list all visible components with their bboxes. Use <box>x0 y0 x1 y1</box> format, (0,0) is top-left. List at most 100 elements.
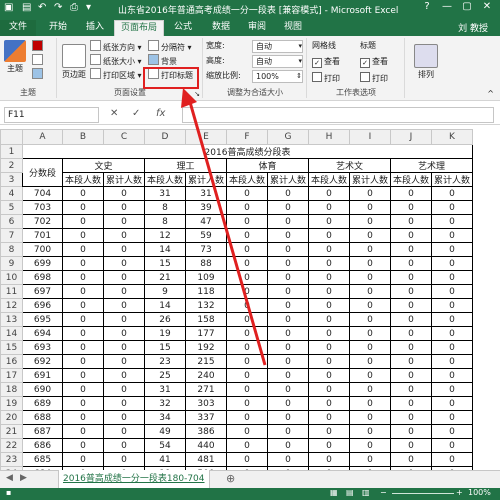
print-area-button[interactable]: 打印区域 ▾ <box>90 68 142 80</box>
sub-header-cell[interactable]: 累计人数 <box>349 172 391 187</box>
table-cell[interactable]: 0 <box>267 382 309 397</box>
table-cell[interactable]: 0 <box>308 228 350 243</box>
table-cell[interactable]: 0 <box>62 424 104 439</box>
table-cell[interactable]: 703 <box>22 200 63 215</box>
table-cell[interactable]: 0 <box>431 382 473 397</box>
table-cell[interactable]: 303 <box>185 396 227 411</box>
undo-icon[interactable]: ↶ <box>38 2 46 13</box>
normal-view-icon[interactable]: ▦ <box>330 488 338 497</box>
table-cell[interactable]: 0 <box>308 186 350 201</box>
table-cell[interactable]: 0 <box>349 312 391 327</box>
tab-file[interactable]: 文件 <box>0 20 36 36</box>
column-header[interactable]: E <box>185 129 227 145</box>
table-cell[interactable]: 0 <box>226 256 268 271</box>
table-cell[interactable]: 0 <box>431 424 473 439</box>
table-cell[interactable]: 132 <box>185 298 227 313</box>
effects-button[interactable] <box>32 68 45 80</box>
table-cell[interactable]: 0 <box>226 326 268 341</box>
table-cell[interactable]: 0 <box>103 410 145 425</box>
table-cell[interactable]: 0 <box>62 312 104 327</box>
sub-header-cell[interactable]: 累计人数 <box>267 172 309 187</box>
table-cell[interactable]: 440 <box>185 438 227 453</box>
table-cell[interactable]: 694 <box>22 326 63 341</box>
table-cell[interactable]: 0 <box>103 242 145 257</box>
table-cell[interactable]: 0 <box>390 256 432 271</box>
table-cell[interactable]: 0 <box>226 200 268 215</box>
row-number[interactable]: 22 <box>0 438 23 453</box>
table-cell[interactable]: 0 <box>431 438 473 453</box>
table-cell[interactable]: 0 <box>308 270 350 285</box>
sub-header-cell[interactable]: 本段人数 <box>62 172 104 187</box>
table-cell[interactable]: 0 <box>390 452 432 467</box>
row-number[interactable]: 23 <box>0 452 23 467</box>
row-number[interactable]: 20 <box>0 410 23 425</box>
column-header[interactable]: D <box>144 129 186 145</box>
background-button[interactable]: 背景 <box>148 54 177 66</box>
table-cell[interactable]: 697 <box>22 284 63 299</box>
table-cell[interactable]: 14 <box>144 298 186 313</box>
table-cell[interactable]: 47 <box>185 214 227 229</box>
table-cell[interactable]: 0 <box>226 396 268 411</box>
row-number[interactable]: 1 <box>0 144 23 159</box>
table-cell[interactable]: 49 <box>144 424 186 439</box>
tab-page-layout[interactable]: 页面布局 <box>114 20 164 37</box>
table-cell[interactable]: 0 <box>431 242 473 257</box>
table-cell[interactable]: 0 <box>390 424 432 439</box>
table-cell[interactable]: 8 <box>144 214 186 229</box>
table-cell[interactable]: 15 <box>144 340 186 355</box>
column-header[interactable]: K <box>431 129 473 145</box>
table-cell[interactable]: 0 <box>226 410 268 425</box>
table-cell[interactable]: 31 <box>185 186 227 201</box>
table-cell[interactable]: 0 <box>390 382 432 397</box>
table-cell[interactable]: 8 <box>144 200 186 215</box>
column-header[interactable]: G <box>267 129 309 145</box>
table-cell[interactable]: 0 <box>62 186 104 201</box>
zoom-level[interactable]: 100% <box>468 488 491 497</box>
tab-home[interactable]: 开始 <box>40 20 76 36</box>
table-cell[interactable]: 0 <box>431 270 473 285</box>
table-cell[interactable]: 0 <box>226 368 268 383</box>
quick-access-dropdown-icon[interactable]: ▾ <box>86 2 91 13</box>
gridlines-print-checkbox[interactable]: 打印 <box>312 72 340 84</box>
table-cell[interactable]: 23 <box>144 354 186 369</box>
table-cell[interactable]: 0 <box>431 410 473 425</box>
page-setup-launcher-icon[interactable]: ↘ <box>194 90 200 98</box>
table-cell[interactable]: 0 <box>431 228 473 243</box>
table-cell[interactable]: 0 <box>349 438 391 453</box>
row-number[interactable]: 17 <box>0 368 23 383</box>
table-cell[interactable]: 0 <box>267 396 309 411</box>
headings-print-checkbox[interactable]: 打印 <box>360 72 388 84</box>
table-cell[interactable]: 0 <box>62 382 104 397</box>
category-header-cell[interactable]: 艺术文 <box>308 158 391 173</box>
table-cell[interactable]: 0 <box>390 284 432 299</box>
table-cell[interactable]: 0 <box>431 186 473 201</box>
table-cell[interactable]: 0 <box>308 410 350 425</box>
table-cell[interactable]: 0 <box>62 214 104 229</box>
page-layout-view-icon[interactable]: ▤ <box>346 488 354 497</box>
name-box[interactable]: F11 <box>4 107 99 123</box>
select-all-corner[interactable] <box>0 129 23 145</box>
table-cell[interactable]: 109 <box>185 270 227 285</box>
table-cell[interactable]: 39 <box>185 200 227 215</box>
arrange-button[interactable]: 排列 <box>412 44 440 80</box>
table-cell[interactable]: 0 <box>103 354 145 369</box>
table-cell[interactable]: 54 <box>144 438 186 453</box>
table-cell[interactable]: 0 <box>103 256 145 271</box>
table-cell[interactable]: 0 <box>226 382 268 397</box>
headings-view-checkbox[interactable]: ✓ 查看 <box>360 56 388 68</box>
table-cell[interactable]: 0 <box>349 214 391 229</box>
table-cell[interactable]: 0 <box>390 214 432 229</box>
table-cell[interactable]: 25 <box>144 368 186 383</box>
scale-input[interactable]: 100% ⇕ <box>252 70 303 83</box>
table-cell[interactable]: 0 <box>308 298 350 313</box>
table-cell[interactable]: 0 <box>308 312 350 327</box>
table-cell[interactable]: 0 <box>431 284 473 299</box>
tab-data[interactable]: 数据 <box>204 20 238 36</box>
sub-header-cell[interactable]: 本段人数 <box>308 172 350 187</box>
table-cell[interactable]: 0 <box>390 200 432 215</box>
table-cell[interactable]: 0 <box>103 312 145 327</box>
cancel-icon[interactable]: ✕ <box>110 108 118 119</box>
table-cell[interactable]: 177 <box>185 326 227 341</box>
zoom-slider[interactable] <box>392 493 454 494</box>
breaks-button[interactable]: 分隔符 ▾ <box>148 40 192 52</box>
